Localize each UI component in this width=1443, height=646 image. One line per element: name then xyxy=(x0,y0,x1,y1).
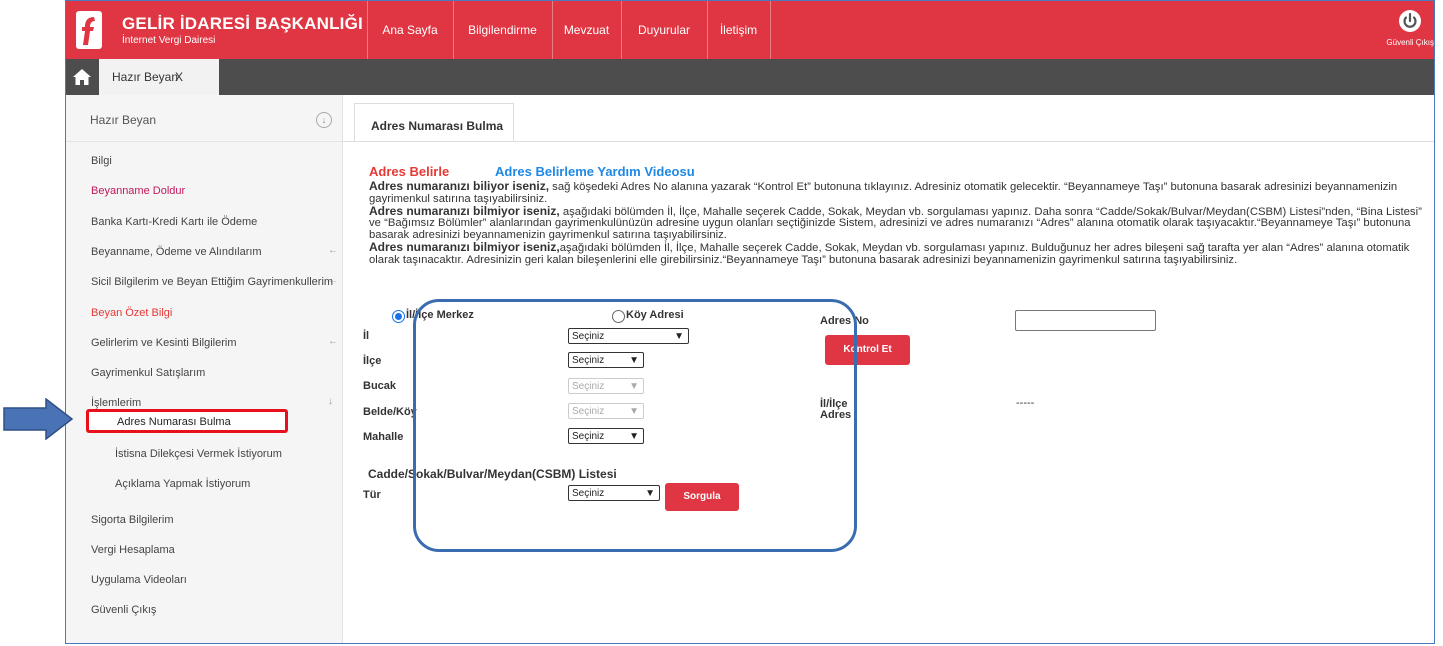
section-title: Adres Belirle xyxy=(369,164,450,179)
browser-frame: GELİR İDARESİ BAŞKANLIĞI İnternet Vergi … xyxy=(65,0,1435,644)
sidebar-title: Hazır Beyan xyxy=(90,113,157,127)
field-label-tur: Tür xyxy=(363,489,381,501)
home-icon[interactable] xyxy=(72,67,92,87)
brand-subtitle: İnternet Vergi Dairesi xyxy=(122,35,216,46)
tab-close-icon[interactable]: X xyxy=(175,70,183,84)
sidebar-header: Hazır Beyan ↓ xyxy=(66,95,342,142)
expand-arrow-icon: ← xyxy=(328,275,338,286)
sidebar-item-beyanname-odeme[interactable]: Beyanname, Ödeme ve Alındılarım ← xyxy=(66,238,342,268)
sidebar: Hazır Beyan ↓ Bilgi Beyanname Doldur Ban… xyxy=(66,95,343,643)
divider xyxy=(342,141,1434,142)
nav-bilgilendirme[interactable]: Bilgilendirme xyxy=(453,1,552,59)
sidebar-item-gayrimenkul-satislarim[interactable]: Gayrimenkul Satışlarım xyxy=(66,359,342,389)
sidebar-item-bilgi[interactable]: Bilgi xyxy=(66,147,342,177)
top-header: GELİR İDARESİ BAŞKANLIĞI İnternet Vergi … xyxy=(66,1,1434,59)
gib-logo-icon xyxy=(76,11,102,49)
highlight-box xyxy=(413,299,857,552)
info-bold: Adres numaranızı bilmiyor iseniz, xyxy=(369,203,560,218)
field-label-bucak: Bucak xyxy=(363,380,397,392)
sidebar-item-beyan-ozet[interactable]: Beyan Özet Bilgi xyxy=(66,299,342,329)
nav-iletisim[interactable]: İletişim xyxy=(707,1,770,59)
help-video-link[interactable]: Adres Belirleme Yardım Videosu xyxy=(495,164,695,179)
logout-label[interactable]: Güvenli Çıkış xyxy=(1386,38,1434,47)
sidebar-item-sigorta[interactable]: Sigorta Bilgilerim xyxy=(66,506,342,536)
field-label-mahalle: Mahalle xyxy=(363,431,404,443)
brand-title: GELİR İDARESİ BAŞKANLIĞI xyxy=(122,14,363,33)
field-label-il: İl xyxy=(363,330,370,342)
collapse-icon[interactable]: ↓ xyxy=(316,112,332,128)
sidebar-item-istisna[interactable]: İstisna Dilekçesi Vermek İstiyorum xyxy=(66,440,342,470)
sidebar-item-vergi-hesaplama[interactable]: Vergi Hesaplama xyxy=(66,536,342,566)
radio-il-ilce-merkez[interactable] xyxy=(392,310,405,323)
sidebar-item-label: Adres Numarası Bulma xyxy=(117,416,231,428)
power-icon[interactable] xyxy=(1398,9,1422,33)
tab-label: Hazır Beyan xyxy=(112,70,179,84)
sidebar-item-sicil[interactable]: Sicil Bilgilerim ve Beyan Ettiğim Gayrim… xyxy=(66,268,342,298)
sidebar-item-gelirlerim[interactable]: Gelirlerim ve Kesinti Bilgilerim ← xyxy=(66,329,342,359)
nav-mevzuat[interactable]: Mevzuat xyxy=(552,1,621,59)
tab-adres-numarasi-bulma[interactable]: Adres Numarası Bulma xyxy=(354,103,514,142)
nav-ana-sayfa[interactable]: Ana Sayfa xyxy=(367,1,453,59)
expand-arrow-icon: ← xyxy=(328,336,338,347)
info-bold: Adres numaranızı bilmiyor iseniz, xyxy=(369,239,560,254)
info-bold: Adres numaranızı biliyor iseniz, xyxy=(369,179,550,193)
sidebar-item-guvenli-cikis[interactable]: Güvenli Çıkış xyxy=(66,596,342,626)
field-label-ilce: İlçe xyxy=(363,355,382,367)
arrow-right-icon xyxy=(3,398,74,440)
info-text: Adres numaranızı biliyor iseniz, sağ köş… xyxy=(369,179,1429,267)
sidebar-item-beyanname-doldur[interactable]: Beyanname Doldur xyxy=(66,177,342,207)
nav-duyurular[interactable]: Duyurular xyxy=(621,1,707,59)
field-label-belde-koy: Belde/Köy xyxy=(363,406,417,418)
sidebar-item-adres-numarasi-bulma[interactable]: Adres Numarası Bulma xyxy=(86,409,288,433)
tab-label: Adres Numarası Bulma xyxy=(371,119,504,133)
expand-arrow-icon: ↓ xyxy=(328,396,333,407)
nav-separator xyxy=(770,1,771,59)
tab-hazir-beyan[interactable]: Hazır Beyan X xyxy=(99,59,219,95)
tab-bar: Hazır Beyan X xyxy=(66,59,1434,95)
expand-arrow-icon: ← xyxy=(328,245,338,256)
adres-no-input[interactable] xyxy=(1015,310,1156,331)
sidebar-item-kart-odeme[interactable]: Banka Kartı-Kredi Kartı ile Ödeme xyxy=(66,208,342,238)
sidebar-item-aciklama[interactable]: Açıklama Yapmak İstiyorum xyxy=(66,470,342,500)
sidebar-item-uygulama-videolari[interactable]: Uygulama Videoları xyxy=(66,566,342,596)
il-ilce-value: ----- xyxy=(1016,397,1035,409)
